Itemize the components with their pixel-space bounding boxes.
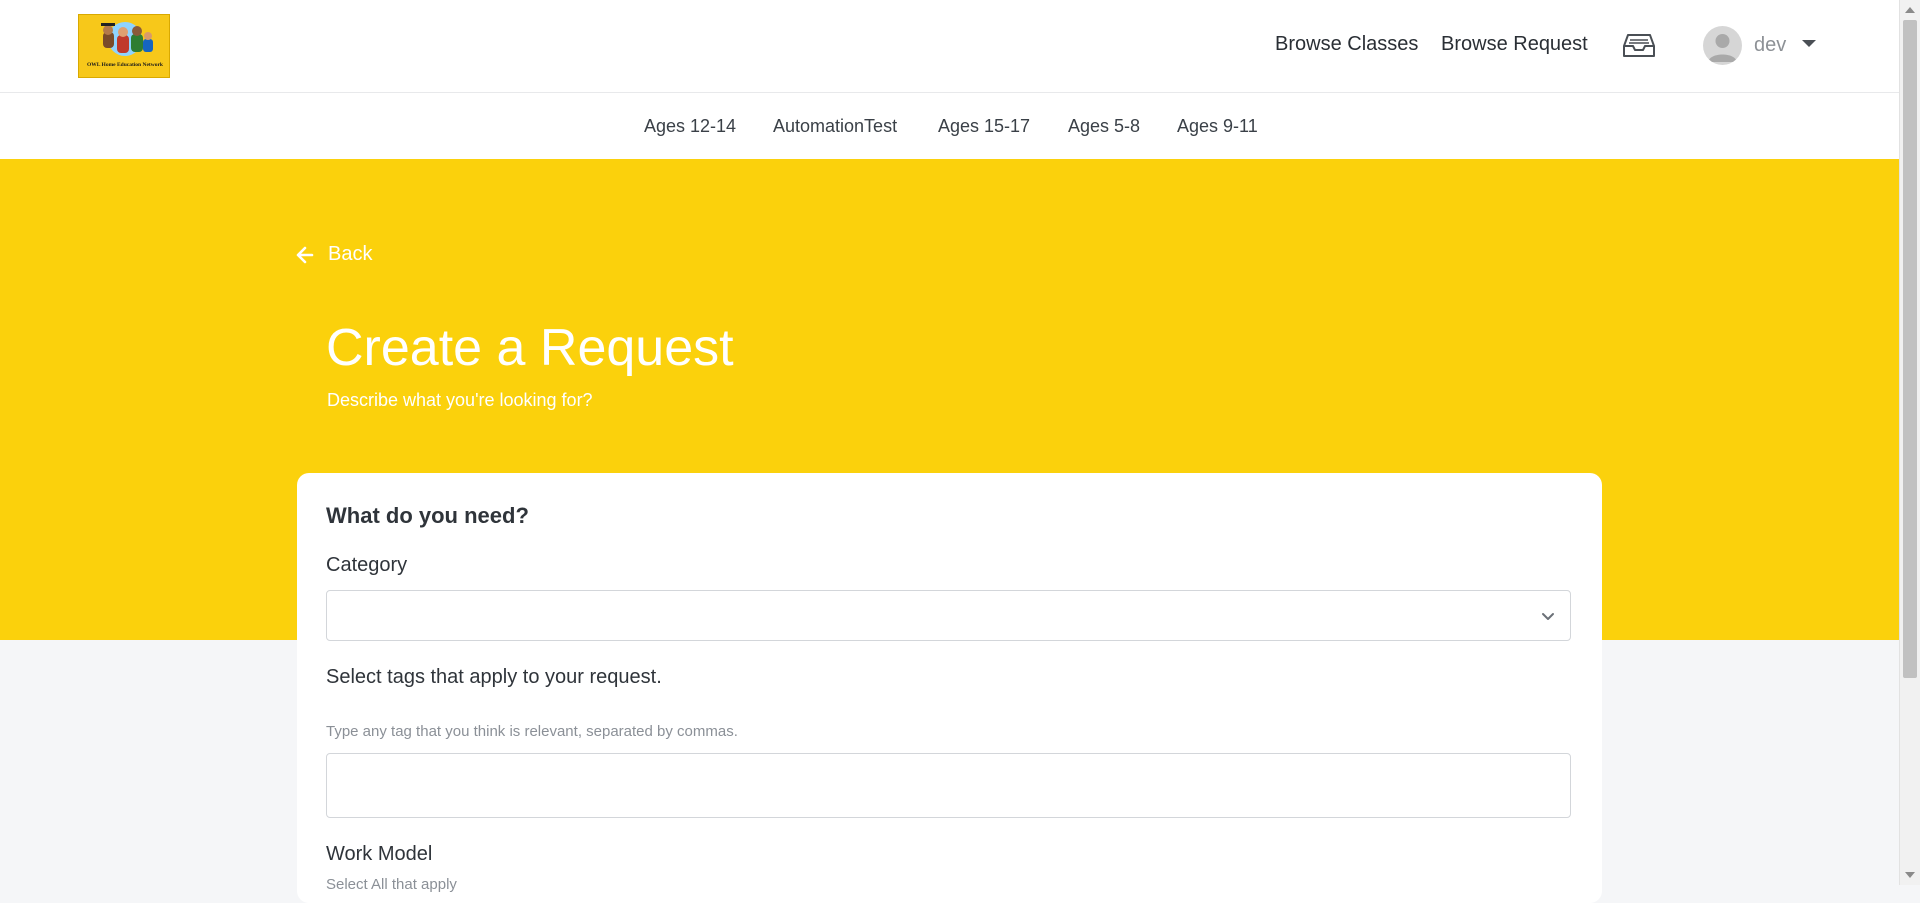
browse-request-link[interactable]: Browse Request bbox=[1441, 33, 1588, 56]
category-link-ages-12-14[interactable]: Ages 12-14 bbox=[644, 116, 736, 137]
avatar bbox=[1703, 25, 1742, 65]
username: dev bbox=[1754, 33, 1787, 56]
category-link-ages-5-8[interactable]: Ages 5-8 bbox=[1068, 116, 1140, 137]
category-nav: Ages 12-14 AutomationTest Ages 15-17 Age… bbox=[0, 93, 1899, 159]
request-form-card: What do you need? Category Select tags t… bbox=[297, 473, 1602, 903]
form-heading: What do you need? bbox=[326, 503, 529, 528]
inbox-icon[interactable] bbox=[1622, 32, 1656, 60]
logo-caption: OWL Home Education Network bbox=[87, 62, 163, 68]
site-logo[interactable]: OWL Home Education Network bbox=[78, 14, 170, 78]
chevron-down-icon bbox=[1542, 613, 1554, 620]
tags-label: Select tags that apply to your request. bbox=[326, 666, 662, 688]
scroll-down-icon[interactable] bbox=[1905, 872, 1915, 878]
category-select[interactable] bbox=[326, 590, 1571, 641]
user-menu[interactable]: dev bbox=[1703, 25, 1817, 65]
scroll-up-icon[interactable] bbox=[1905, 7, 1915, 13]
category-label: Category bbox=[326, 554, 408, 576]
page-subtitle: Describe what you're looking for? bbox=[327, 390, 593, 410]
browse-classes-link[interactable]: Browse Classes bbox=[1275, 33, 1418, 56]
category-link-automationtest[interactable]: AutomationTest bbox=[773, 116, 897, 137]
school-kids-logo-icon bbox=[79, 15, 169, 77]
category-link-ages-15-17[interactable]: Ages 15-17 bbox=[938, 116, 1030, 137]
chevron-down-icon bbox=[1802, 39, 1817, 47]
tags-input[interactable] bbox=[326, 753, 1571, 818]
scroll-thumb[interactable] bbox=[1903, 20, 1917, 678]
page-scrollbar[interactable] bbox=[1899, 0, 1920, 885]
top-navbar: OWL Home Education Network Browse Classe… bbox=[0, 0, 1899, 93]
tags-hint: Type any tag that you think is relevant,… bbox=[326, 723, 738, 740]
arrow-left-icon bbox=[296, 246, 314, 263]
back-button[interactable]: Back bbox=[296, 243, 372, 266]
back-label: Back bbox=[328, 243, 373, 265]
work-model-label: Work Model bbox=[326, 843, 433, 865]
category-link-ages-9-11[interactable]: Ages 9-11 bbox=[1177, 116, 1258, 137]
page-title: Create a Request bbox=[326, 319, 734, 377]
